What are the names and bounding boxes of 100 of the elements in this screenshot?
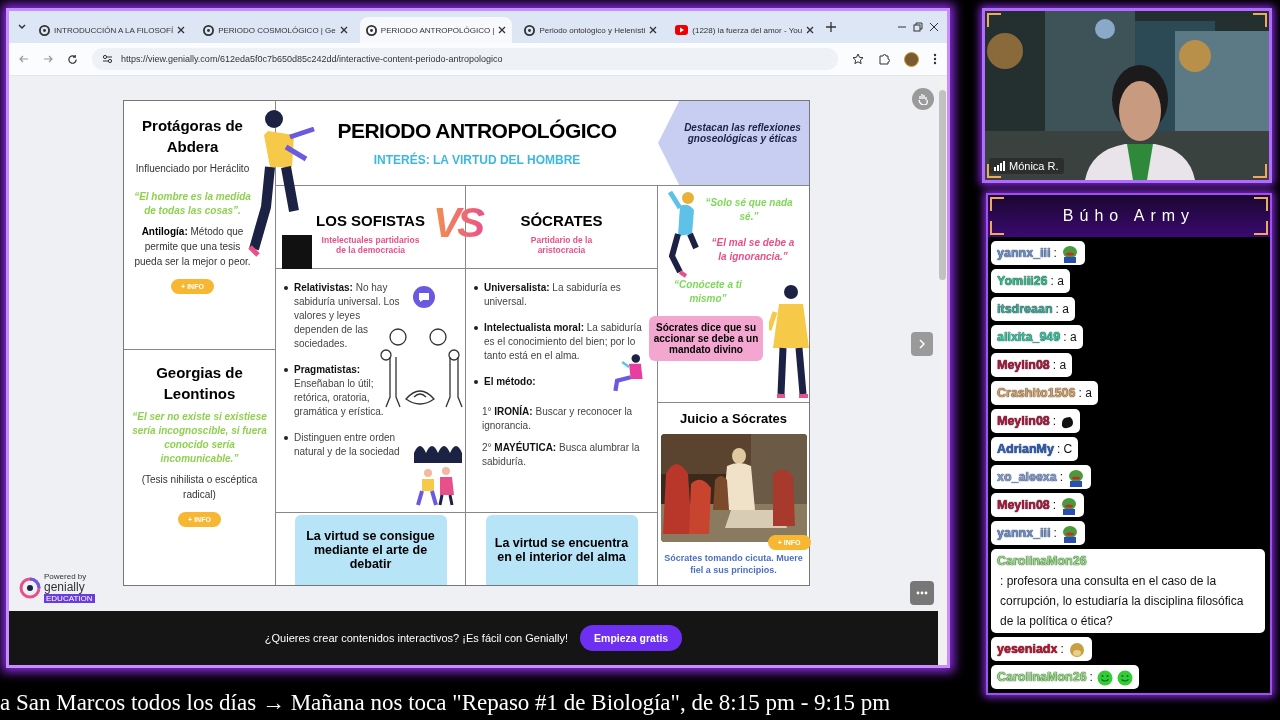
quote-text: “El ser no existe si existiese sería incognoscible, si fuera conocido sería incomunicable.”: [131, 410, 268, 466]
username: yannx_iii: [997, 246, 1051, 260]
close-icon[interactable]: [806, 26, 815, 34]
address-field[interactable]: https://view.genially.com/612eda5f0c7b650d85c242dd/interactive-content-periodo-antropologico: [92, 48, 838, 70]
username: itsdreaan: [997, 302, 1053, 316]
username: alixita_949: [997, 330, 1061, 344]
quote-text: “El mal se debe a la ignorancia.”: [710, 236, 796, 264]
message-text: : a: [1052, 357, 1067, 374]
corner-bracket: [987, 13, 1001, 27]
column-subheading: Intelectuales partidarios de la democracia: [320, 234, 421, 255]
frog-icon: [1060, 244, 1079, 263]
signal-icon: [994, 161, 1005, 171]
thinker-name: Georgias de Leontinos: [155, 363, 244, 404]
corner-bracket: [1254, 197, 1268, 211]
message-text: : a: [1078, 385, 1092, 402]
profile-avatar[interactable]: [904, 51, 919, 67]
restore-icon[interactable]: [913, 22, 923, 32]
star-icon[interactable]: [852, 53, 864, 65]
close-icon[interactable]: [339, 26, 348, 34]
circle-logo-icon: [524, 24, 536, 36]
username: yannx_iii: [997, 526, 1051, 540]
point-text: Pragmatistas: Enseñaban lo útil; retórica, oratoria, gramática y erística.: [294, 363, 385, 419]
influence-text: Influenciado por Heráclito: [135, 163, 250, 174]
more-button[interactable]: [910, 581, 934, 605]
site-info-icon[interactable]: [102, 54, 113, 64]
back-icon[interactable]: [19, 54, 29, 64]
browser-tab[interactable]: INTRODUCCIÓN A LA FILOSOFÍ: [33, 17, 192, 43]
message-text: :: [1059, 469, 1064, 486]
username: Crashito1506: [997, 386, 1076, 400]
smiley-icon: [1096, 669, 1113, 686]
bullet-icon: [284, 368, 288, 372]
close-icon[interactable]: [177, 26, 186, 34]
scrollbar-thumb[interactable]: [939, 90, 946, 280]
message-text: :: [1052, 497, 1057, 514]
message-text: : a: [1055, 301, 1069, 318]
circle-logo-icon: [365, 24, 377, 36]
banner: Destacan las reflexiones gnoseológicas y éticas: [658, 101, 809, 185]
thinker-name: Protágoras de Abdera: [141, 116, 244, 157]
caption-text: Sócrates tomando cicuta. Muere fiel a sus principios.: [663, 552, 804, 576]
corner-bracket: [1253, 13, 1267, 27]
step-text: 1° IRONÍA: Buscar y reconocer la ignorancia.: [482, 405, 634, 433]
frog-icon: [1067, 468, 1086, 487]
column-heading: SÓCRATES: [520, 211, 603, 229]
hamster-icon: [1067, 640, 1086, 659]
corner-bracket: [1254, 221, 1268, 235]
message-text: : a: [1050, 273, 1064, 290]
bullet-icon: [474, 380, 478, 384]
conclusion-box: La virtud se consigue mediante el arte de debatir: [294, 515, 447, 585]
browser-tab[interactable]: (1228) la fuerza del amor - You: [669, 17, 821, 43]
chat-bubble-icon: [413, 286, 435, 308]
section-title: Juicio a Sócrates: [680, 411, 787, 426]
username: yeseniadx: [997, 642, 1058, 656]
message-text: :: [1052, 413, 1057, 430]
column-heading: LOS SOFISTAS: [316, 211, 425, 229]
forward-icon[interactable]: [43, 54, 53, 64]
point-text: Universalista: La sabiduría es universal.: [484, 281, 622, 309]
bullet-icon: [474, 286, 478, 290]
browser-tab[interactable]: PERIODO COSMOLÓGICO | Ge: [197, 17, 354, 43]
quote-text: “Conócete a ti mismo”: [673, 278, 743, 306]
menu-icon[interactable]: [933, 53, 937, 65]
point-text: Relativistas: No hay sabiduría universal. Los valores y leyes dependen de las sociedades.: [294, 281, 401, 351]
message-text: : C: [1056, 441, 1073, 458]
username: xo_aleexa: [997, 470, 1057, 484]
smiley-icon: [1116, 669, 1133, 686]
more-icon: [916, 591, 928, 595]
reload-icon[interactable]: [67, 53, 78, 65]
close-icon[interactable]: [929, 22, 939, 32]
point-text: Intelectualista moral: La sabiduría es el conocimiento del bien; por lo tanto está en el alma.: [484, 321, 643, 363]
column-subheading: Partidario de la aristocracia: [529, 234, 594, 255]
callout-box: Sócrates dice que su accionar se debe a un mandato divino: [649, 316, 763, 361]
play-logo-icon: [675, 25, 689, 35]
puzzle-icon[interactable]: [878, 53, 890, 65]
ticker-text: a San Marcos todos los días → Mañana nos toca "Repaso #1 de Biología", de 8:15 pm - 9:15 pm: [0, 689, 892, 717]
circle-logo-icon: [39, 24, 50, 36]
new-tab-icon[interactable]: [826, 22, 837, 32]
conclusion-box: La virtud se encuentra en el interior del alma: [485, 515, 638, 585]
close-icon[interactable]: [649, 26, 658, 34]
message-text: :: [1089, 669, 1093, 686]
definition-text: Antilogía: Método que permite que una tesis pueda ser la mejor o peor.: [133, 225, 252, 269]
corner-bracket: [990, 221, 1004, 235]
slide-title: PERIODO ANTROPOLÓGICO: [337, 119, 617, 143]
browser-tab[interactable]: Periodo ontológico y Helenísti: [518, 17, 664, 43]
browser-tab[interactable]: PERIODO ANTROPOLÓGICO |: [359, 17, 513, 43]
message-text: :: [1060, 641, 1064, 658]
start-button[interactable]: Empieza gratis: [580, 625, 683, 651]
sitting-figure-drawing: [612, 353, 646, 393]
chevron-down-icon[interactable]: [17, 22, 27, 32]
message-text: : a: [1063, 329, 1077, 346]
brand-name: genially: [44, 581, 85, 594]
close-icon[interactable]: [498, 26, 507, 34]
username: AdrianMy: [997, 442, 1054, 456]
step-text: 2° MAYÉUTICA: Busca alumbrar la sabiduría.: [482, 441, 641, 469]
username: CarolinaMon26: [997, 554, 1087, 568]
message-text: : profesora una consulta en el caso de la corrupción, lo estudiaría la disciplina filosófica de la política o ética?: [1000, 573, 1245, 630]
chevron-right-icon: [919, 339, 925, 349]
username: Meylin08: [997, 414, 1050, 428]
scrollbar[interactable]: [938, 76, 947, 665]
quote-text: “El hombre es la medida de todas las cosas”.: [133, 190, 252, 218]
corner-bracket: [1253, 164, 1267, 178]
blob-icon: [1060, 414, 1075, 429]
